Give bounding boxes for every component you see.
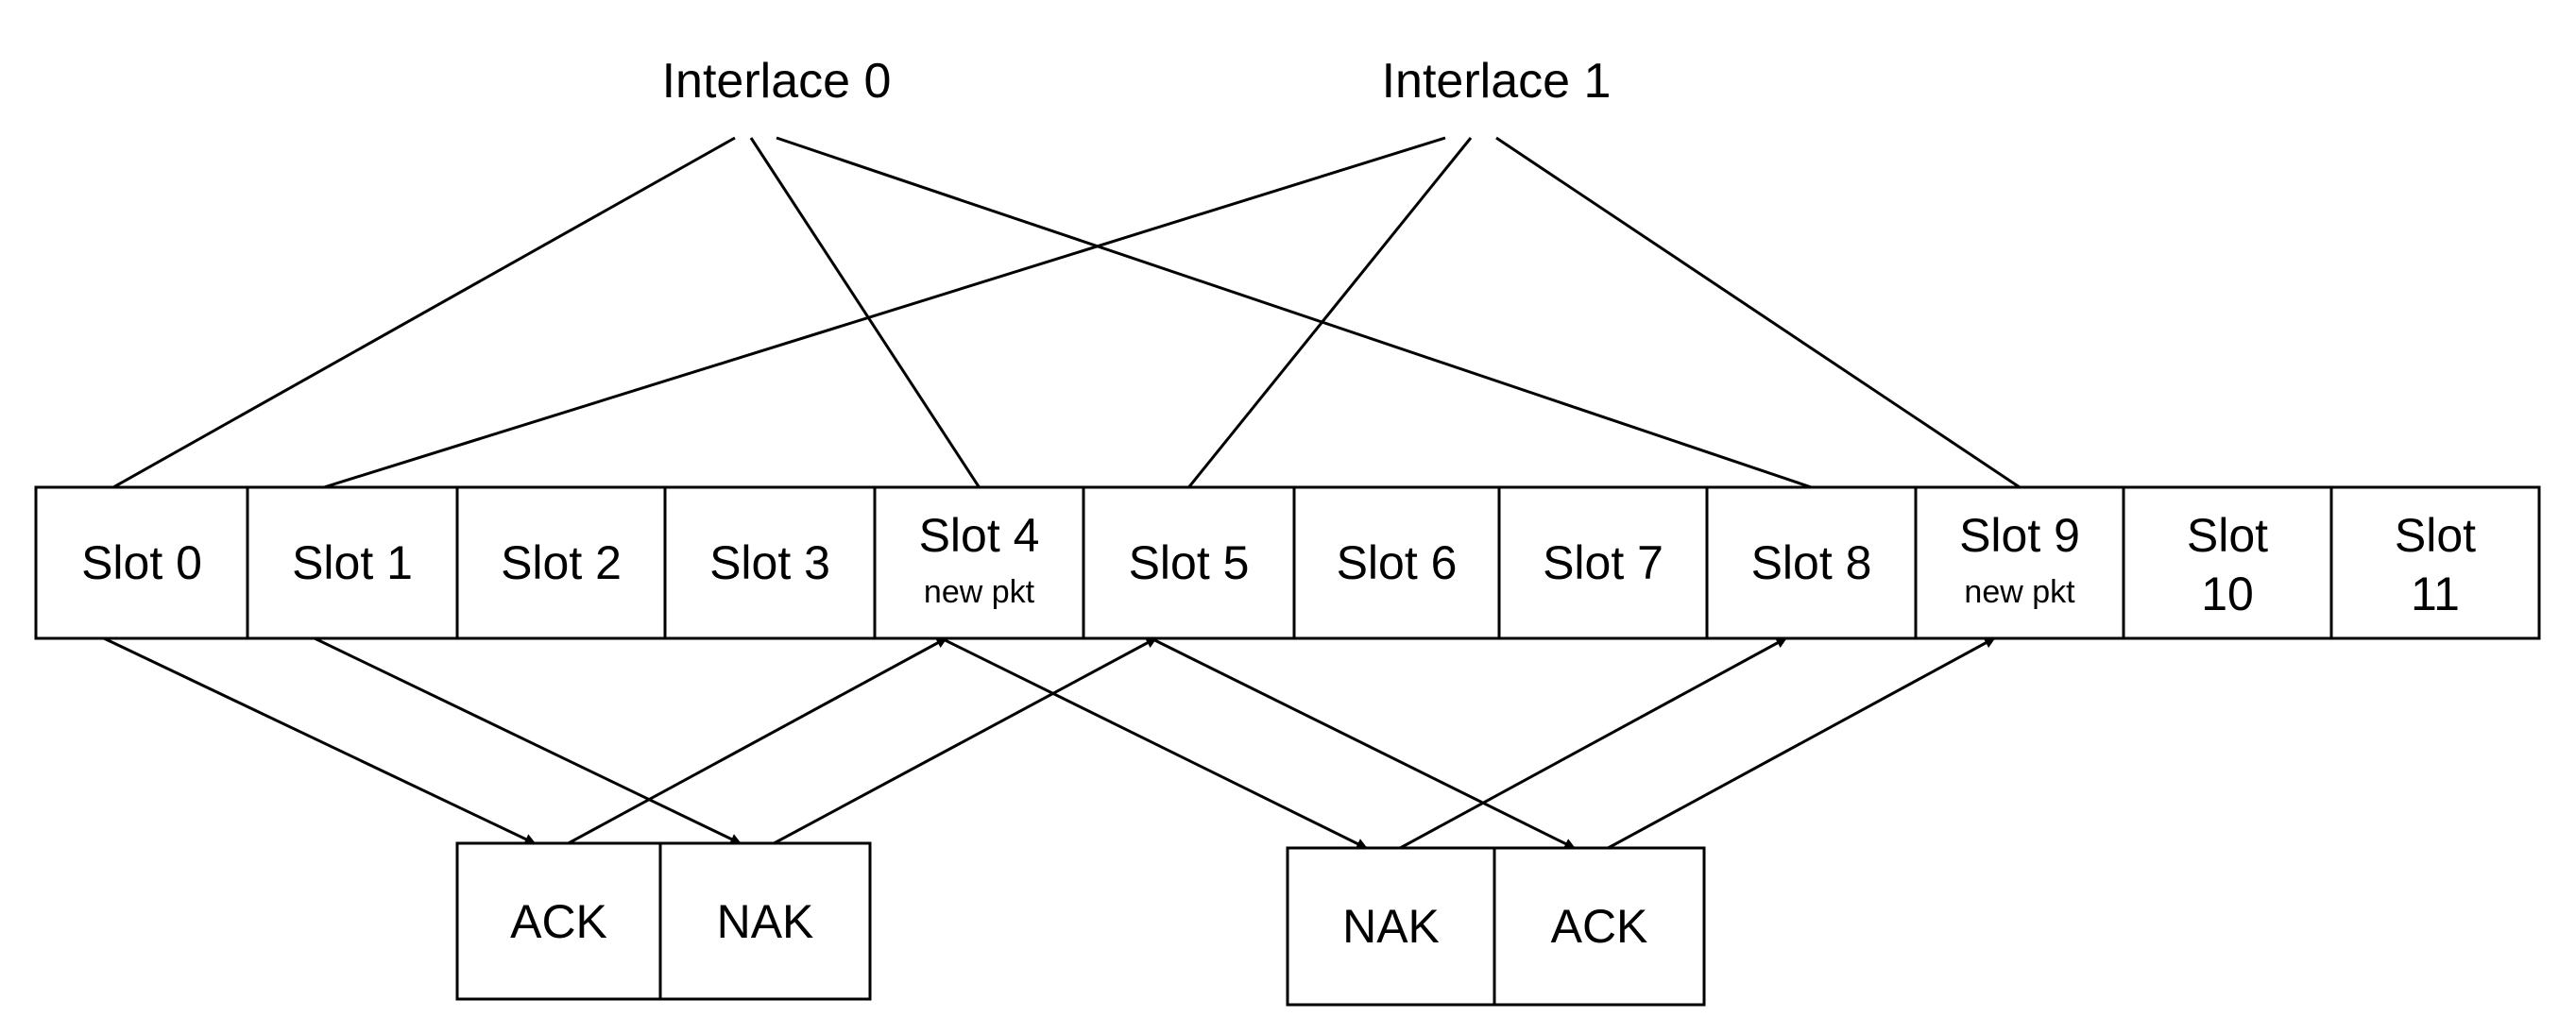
feedback-arrow-6 xyxy=(1399,636,1788,850)
interlace-labels: Interlace 0 Interlace 1 xyxy=(662,54,1612,109)
slot-label: Slot 8 xyxy=(1751,536,1872,589)
interlace-1-to-slot-9-line xyxy=(1495,136,2021,489)
feedback-arrow-0 xyxy=(103,636,537,845)
interlace-1-to-slot-1-line xyxy=(323,136,1446,489)
feedback-arrow-1 xyxy=(314,636,742,845)
feedback-cell-ack: ACK xyxy=(510,895,607,948)
slot-label: Slot 1 xyxy=(292,536,413,589)
slot-label: Slot 9 xyxy=(1959,509,2080,562)
slot-label: Slot 4 xyxy=(919,509,1040,562)
feedback-cell-nak: NAK xyxy=(717,895,814,948)
feedback-cell-nak: NAK xyxy=(1342,900,1440,953)
slot-2: Slot 2 xyxy=(455,485,667,640)
interlace-harq-diagram: Slot 0 Slot 1 Slot 2 Slot 3Slot 4new pktSlo… xyxy=(34,54,2541,1007)
interlace-1-to-slot-5-line xyxy=(1187,137,1473,488)
feedback-arrow-4 xyxy=(940,636,1369,850)
feedback-group-1: NAK ACK xyxy=(1286,846,1706,1007)
interlace-connector-lines xyxy=(112,136,2021,489)
feedback-arrow-5 xyxy=(1150,636,1577,850)
slot-label: Slot xyxy=(2187,509,2268,562)
slot-1: Slot 1 xyxy=(246,485,459,640)
slot-label: Slot 0 xyxy=(81,536,202,589)
slot-6: Slot 6 xyxy=(1292,485,1501,640)
feedback-cell-ack: ACK xyxy=(1551,900,1648,953)
slot-11: Slot 11 xyxy=(2329,485,2541,640)
interlace-0-to-slot-8-line xyxy=(776,136,1812,489)
slot-number: 10 xyxy=(2201,568,2254,620)
slot-0: Slot 0 xyxy=(34,485,249,640)
slot-label: Slot 7 xyxy=(1543,536,1663,589)
slot-row: Slot 0 Slot 1 Slot 2 Slot 3Slot 4new pktSlo… xyxy=(34,485,2541,640)
feedback-arrow-2 xyxy=(567,636,948,845)
slot-number: 11 xyxy=(2411,568,2460,620)
interlace-label-1: Interlace 1 xyxy=(1382,54,1612,109)
slot-label: Slot 2 xyxy=(501,536,622,589)
slot-7: Slot 7 xyxy=(1497,485,1709,640)
feedback-arrow-7 xyxy=(1607,636,1996,850)
feedback-arrow-3 xyxy=(773,636,1158,845)
slot-note: new pkt xyxy=(1964,574,2075,610)
interlace-0-to-slot-0-line xyxy=(112,136,736,489)
slot-9: Slot 9 new pkt xyxy=(1914,485,2125,640)
interlace-label-0: Interlace 0 xyxy=(662,54,892,109)
feedback-boxes: ACK NAK NAK ACK xyxy=(455,841,1706,1007)
slot-5: Slot 5 xyxy=(1082,485,1296,640)
slot-3: Slot 3 xyxy=(663,485,877,640)
slot-label: Slot 3 xyxy=(709,536,830,589)
slot-10: Slot 10 xyxy=(2122,485,2333,640)
slot-label: Slot 6 xyxy=(1337,536,1458,589)
feedback-group-0: ACK NAK xyxy=(455,841,872,1001)
interlace-0-to-slot-4-line xyxy=(749,137,981,488)
slot-label: Slot 5 xyxy=(1129,536,1250,589)
slot-label: Slot xyxy=(2395,509,2476,562)
slot-4: Slot 4 new pkt xyxy=(873,485,1085,640)
slot-note: new pkt xyxy=(924,574,1035,610)
slot-8: Slot 8 xyxy=(1705,485,1918,640)
feedback-arrows xyxy=(103,636,1996,850)
